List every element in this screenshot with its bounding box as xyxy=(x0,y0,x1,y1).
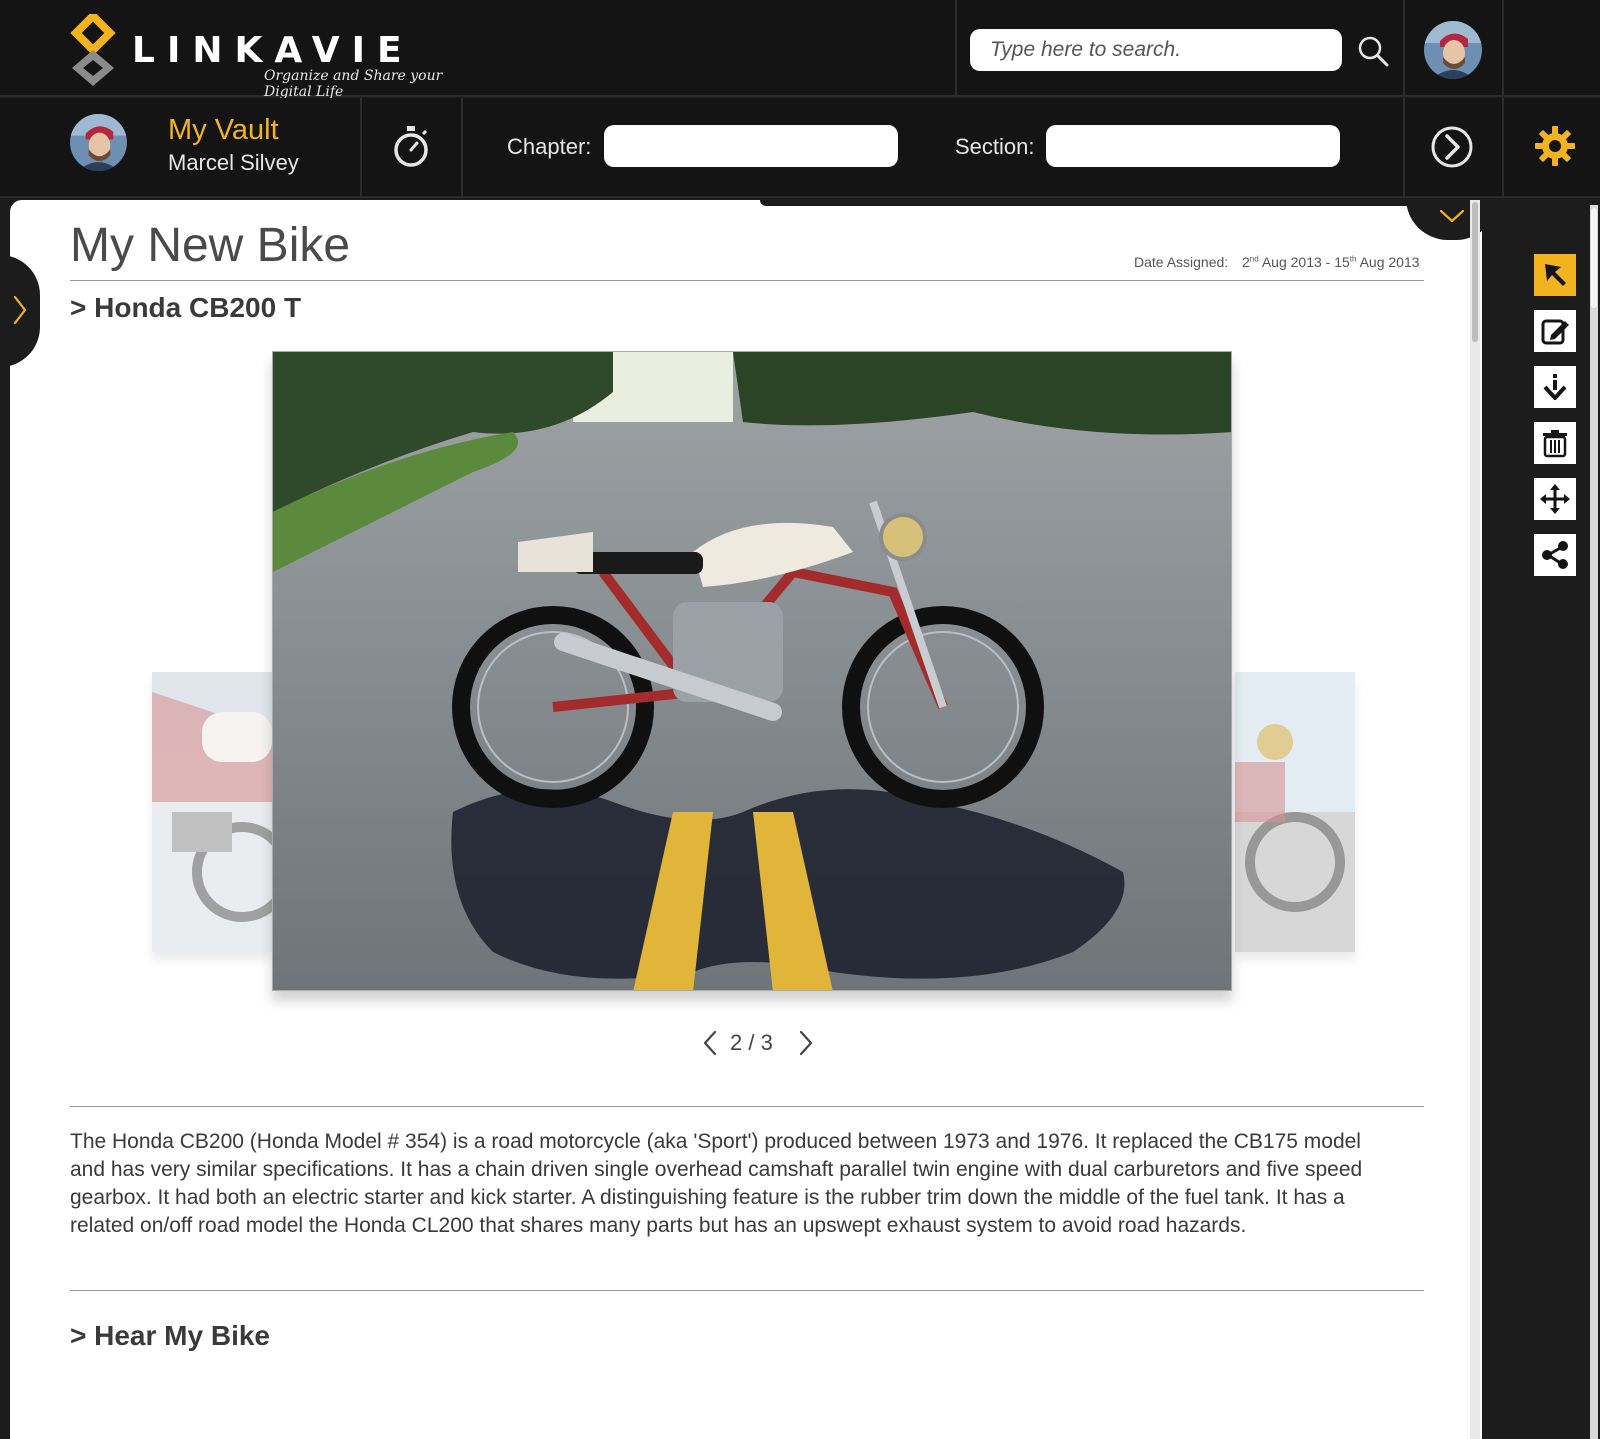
chapter-input[interactable] xyxy=(604,125,898,167)
logo-tagline: Organize and Share your Digital Life xyxy=(264,68,443,100)
download-tool-button[interactable] xyxy=(1534,366,1576,408)
arrow-right-circle-icon[interactable] xyxy=(1430,125,1474,169)
gear-icon[interactable] xyxy=(1534,125,1576,167)
search-input[interactable] xyxy=(970,29,1342,71)
vault-avatar[interactable] xyxy=(70,114,127,171)
date-end-day: 15 xyxy=(1334,254,1350,270)
divider xyxy=(1502,0,1504,97)
divider xyxy=(461,98,463,198)
delete-tool-button[interactable] xyxy=(1534,422,1576,464)
date-start-suffix: nd xyxy=(1249,254,1259,264)
gallery-thumb-prev[interactable] xyxy=(152,672,272,952)
edit-icon xyxy=(1541,319,1569,345)
date-start-day: 2 xyxy=(1242,254,1250,270)
content-scrollbar[interactable] xyxy=(1470,200,1480,1439)
download-icon xyxy=(1543,374,1567,400)
section-title: > Honda CB200 T xyxy=(70,292,302,323)
avatar-image xyxy=(1424,21,1482,79)
date-start-rest: Aug 2013 - xyxy=(1261,254,1331,270)
toolbar-scrollbar[interactable] xyxy=(1590,205,1598,1439)
right-toolbar xyxy=(1504,200,1600,1439)
panel-notch xyxy=(760,200,1460,206)
chapter-label: Chapter: xyxy=(507,134,592,159)
photo-thumbnail xyxy=(152,672,272,952)
left-panel xyxy=(0,200,10,1439)
divider xyxy=(1403,0,1405,97)
move-tool-button[interactable] xyxy=(1534,478,1576,520)
divider xyxy=(70,280,1424,281)
divider xyxy=(1502,98,1504,198)
photo-thumbnail xyxy=(1235,672,1355,952)
divider xyxy=(1403,98,1405,198)
avatar-image xyxy=(70,114,127,171)
search-icon[interactable] xyxy=(1356,34,1390,68)
trash-icon xyxy=(1543,430,1567,458)
vault-user-name: Marcel Silvey xyxy=(168,150,299,175)
gallery-pager: 2 / 3 xyxy=(700,1026,820,1060)
chevron-down-icon xyxy=(1439,209,1465,223)
chevron-right-icon[interactable] xyxy=(796,1030,816,1056)
chevron-right-icon xyxy=(13,295,27,325)
content-panel: My New Bike Date Assigned: 2nd Aug 2013 … xyxy=(10,200,1482,1439)
share-icon xyxy=(1542,541,1568,569)
logo[interactable]: LINKAVIE Organize and Share your Digital… xyxy=(68,12,468,100)
divider xyxy=(70,1106,1424,1107)
toolbar-scroll-thumb[interactable] xyxy=(1591,208,1597,308)
top-bar: LINKAVIE Organize and Share your Digital… xyxy=(0,0,1600,100)
chevron-left-icon[interactable] xyxy=(700,1030,720,1056)
logo-wordmark: LINKAVIE xyxy=(132,30,414,71)
date-assigned-value: 2nd Aug 2013 - 15th Aug 2013 xyxy=(1242,254,1420,270)
date-end-suffix: th xyxy=(1349,254,1357,264)
select-tool-button[interactable] xyxy=(1534,254,1576,296)
share-tool-button[interactable] xyxy=(1534,534,1576,576)
content-scroll-thumb[interactable] xyxy=(1472,202,1478,342)
select-pointer-icon xyxy=(1545,264,1566,286)
vault-title[interactable]: My Vault xyxy=(168,114,279,147)
date-assigned-label: Date Assigned: xyxy=(1134,254,1229,270)
gallery-counter: 2 / 3 xyxy=(730,1030,773,1055)
gallery-main-photo[interactable] xyxy=(272,351,1232,991)
move-icon xyxy=(1540,484,1570,514)
section-label: Section: xyxy=(955,134,1035,159)
edit-tool-button[interactable] xyxy=(1534,310,1576,352)
divider xyxy=(955,0,957,97)
sub-bar: My Vault Marcel Silvey Chapter: Section: xyxy=(0,98,1600,198)
date-end-rest: Aug 2013 xyxy=(1359,254,1420,270)
entry-description: The Honda CB200 (Honda Model # 354) is a… xyxy=(70,1130,1363,1237)
logo-mark-icon xyxy=(70,14,116,86)
section-input[interactable] xyxy=(1046,125,1340,167)
stopwatch-icon[interactable] xyxy=(390,124,432,170)
motorcycle-photo xyxy=(273,352,1231,990)
divider xyxy=(70,1290,1424,1291)
section-title-hear: > Hear My Bike xyxy=(70,1320,270,1351)
gallery-thumb-next[interactable] xyxy=(1235,672,1355,952)
divider xyxy=(360,98,362,198)
user-avatar[interactable] xyxy=(1424,21,1482,79)
page-title: My New Bike xyxy=(70,219,351,272)
